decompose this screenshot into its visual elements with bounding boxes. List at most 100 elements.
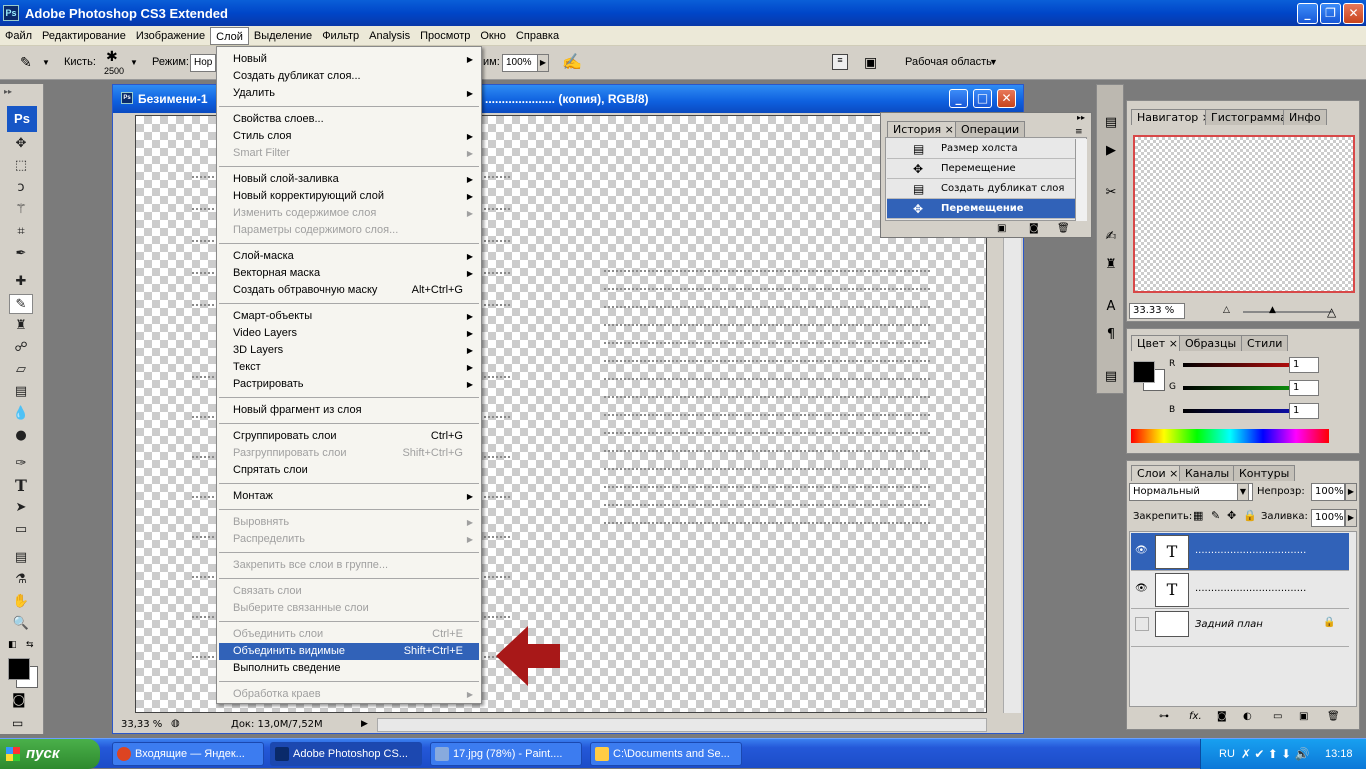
layer-menu-item[interactable]: Новый слой-заливка ▶: [219, 171, 479, 188]
close-button[interactable]: ✕: [1343, 3, 1364, 24]
paragraph-dock-icon[interactable]: ¶: [1100, 325, 1122, 345]
task-explorer[interactable]: C:\Documents and Se...: [590, 742, 742, 766]
delete-layer-icon[interactable]: 🗑: [1327, 711, 1340, 722]
menu-image[interactable]: Изображение: [131, 27, 210, 45]
layer-menu-item[interactable]: Спрятать слои: [219, 462, 479, 479]
menu-window[interactable]: Окно: [475, 27, 511, 45]
dodge-tool-icon[interactable]: ●: [9, 426, 33, 446]
menu-select[interactable]: Выделение: [249, 27, 317, 45]
red-value-input[interactable]: 1: [1289, 357, 1319, 373]
opacity-input[interactable]: 100%: [1311, 483, 1345, 501]
zoom-out-icon[interactable]: △: [1223, 305, 1230, 315]
lock-image-icon[interactable]: ✎: [1211, 509, 1220, 522]
layer-row[interactable]: 👁 T ...................................: [1131, 533, 1349, 571]
tab-channels[interactable]: Каналы: [1179, 465, 1236, 481]
tab-histogram[interactable]: Гистограмма: [1205, 109, 1293, 125]
fill-input[interactable]: 100%: [1311, 509, 1345, 527]
task-photoshop[interactable]: Adobe Photoshop CS...: [270, 742, 422, 766]
menu-view[interactable]: Просмотр: [415, 27, 475, 45]
tool-preset-dropdown-icon[interactable]: ▼: [42, 58, 50, 67]
tab-paths[interactable]: Контуры: [1233, 465, 1296, 481]
tab-actions[interactable]: Операции: [955, 121, 1026, 137]
move-tool-icon[interactable]: ✥: [9, 134, 33, 154]
new-document-icon[interactable]: ▣: [997, 223, 1006, 234]
foreground-color-swatch[interactable]: [8, 658, 30, 680]
visibility-toggle[interactable]: [1135, 617, 1149, 631]
zoom-slider-thumb[interactable]: ▲: [1269, 305, 1276, 315]
layer-menu-item[interactable]: Новый корректирующий слой ▶: [219, 188, 479, 205]
start-button[interactable]: пуск: [0, 739, 100, 769]
history-item[interactable]: ▤ Размер холста: [887, 139, 1077, 159]
clone-stamp-icon[interactable]: ♜: [9, 316, 33, 336]
status-arrow-icon[interactable]: ▶: [361, 719, 368, 729]
tool-presets-dock-icon[interactable]: ✂: [1100, 183, 1122, 203]
history-dock-icon[interactable]: ▤: [1100, 113, 1122, 133]
horizontal-scrollbar[interactable]: [377, 718, 987, 732]
eye-icon[interactable]: 👁: [1135, 583, 1148, 594]
blend-mode-dropdown-icon[interactable]: ▼: [1237, 483, 1249, 501]
task-paint[interactable]: 17.jpg (78%) - Paint....: [430, 742, 582, 766]
notes-tool-icon[interactable]: ▤: [9, 548, 33, 568]
brush-preview-icon[interactable]: ✱: [106, 48, 118, 65]
brush-dropdown-icon[interactable]: ▼: [130, 58, 138, 67]
layer-menu-item[interactable]: Удалить ▶: [219, 85, 479, 102]
layer-menu-item[interactable]: Смарт-объекты ▶: [219, 308, 479, 325]
menu-analysis[interactable]: Analysis: [364, 27, 415, 45]
brush-tool-icon[interactable]: ✎: [20, 54, 32, 71]
crop-tool-icon[interactable]: ⌗: [9, 222, 33, 242]
panel-menu-icon[interactable]: ≡: [1075, 127, 1083, 137]
toolbox-collapse-icon[interactable]: ▸▸: [4, 87, 12, 96]
gradient-tool-icon[interactable]: ▤: [9, 382, 33, 402]
panel-collapse-icon[interactable]: ▸▸: [1077, 113, 1085, 122]
blend-mode-select[interactable]: Нормальный: [1129, 483, 1253, 501]
healing-brush-icon[interactable]: ✚: [9, 272, 33, 292]
eye-icon[interactable]: 👁: [1135, 545, 1148, 556]
minimize-button[interactable]: _: [1297, 3, 1318, 24]
workspace-button[interactable]: Рабочая область: [905, 56, 992, 68]
history-scrollbar[interactable]: [1075, 139, 1087, 221]
actions-dock-icon[interactable]: ▶: [1100, 141, 1122, 161]
history-item[interactable]: ▤ Создать дубликат слоя: [887, 179, 1077, 199]
layer-menu-item[interactable]: Сгруппировать слои Ctrl+G: [219, 428, 479, 445]
marquee-tool-icon[interactable]: ⬚: [9, 156, 33, 176]
layer-menu-item[interactable]: Выполнить сведение: [219, 660, 479, 677]
layer-menu-item[interactable]: Растрировать ▶: [219, 376, 479, 393]
new-group-icon[interactable]: ▭: [1273, 711, 1282, 722]
mode-select[interactable]: Нор: [190, 54, 216, 72]
blur-tool-icon[interactable]: 💧: [9, 404, 33, 424]
layer-menu-item-highlighted[interactable]: Объединить видимые Shift+Ctrl+E: [219, 643, 479, 660]
menu-file[interactable]: Файл: [0, 27, 37, 45]
tab-history[interactable]: История ×: [887, 121, 960, 137]
lock-transparent-icon[interactable]: ▦: [1193, 509, 1203, 522]
tab-layers[interactable]: Слои ×: [1131, 465, 1185, 481]
layer-row[interactable]: 👁 T ...................................: [1131, 571, 1349, 609]
palette-well-icon[interactable]: ≡: [832, 54, 848, 70]
layer-menu-item[interactable]: Векторная маска ▶: [219, 265, 479, 282]
history-brush-icon[interactable]: ☍: [9, 338, 33, 358]
fg-color-swatch[interactable]: [1133, 361, 1155, 383]
color-ramp[interactable]: [1131, 429, 1329, 443]
layer-menu-item[interactable]: Слой-маска ▶: [219, 248, 479, 265]
layer-menu-item[interactable]: Создать дубликат слоя...: [219, 68, 479, 85]
opacity-arrow-icon[interactable]: ▶: [1345, 483, 1357, 501]
magic-wand-icon[interactable]: ⚚: [9, 200, 33, 220]
restore-button[interactable]: ❐: [1320, 3, 1341, 24]
bridge-icon[interactable]: ▣: [864, 54, 877, 71]
tab-color[interactable]: Цвет ×: [1131, 335, 1184, 351]
status-zoom[interactable]: 33,33 %: [121, 719, 162, 730]
doc-maximize-button[interactable]: □: [973, 89, 992, 108]
workspace-dropdown-icon[interactable]: ▼: [989, 57, 998, 67]
fx-icon[interactable]: fx.: [1189, 711, 1202, 722]
zoom-slider[interactable]: [1243, 311, 1333, 313]
layer-row[interactable]: Задний план 🔒: [1131, 609, 1349, 647]
type-tool-icon[interactable]: T: [9, 476, 33, 496]
brushes-dock-icon[interactable]: ✍: [1100, 227, 1122, 247]
link-layers-icon[interactable]: ⊶: [1159, 711, 1169, 722]
navigator-preview[interactable]: [1133, 135, 1355, 293]
history-item[interactable]: ✥ Перемещение: [887, 159, 1077, 179]
menu-help[interactable]: Справка: [511, 27, 564, 45]
doc-close-button[interactable]: ✕: [997, 89, 1016, 108]
tab-info[interactable]: Инфо: [1283, 109, 1327, 125]
zoom-percent-input[interactable]: 100%: [502, 54, 538, 72]
doc-minimize-button[interactable]: _: [949, 89, 968, 108]
